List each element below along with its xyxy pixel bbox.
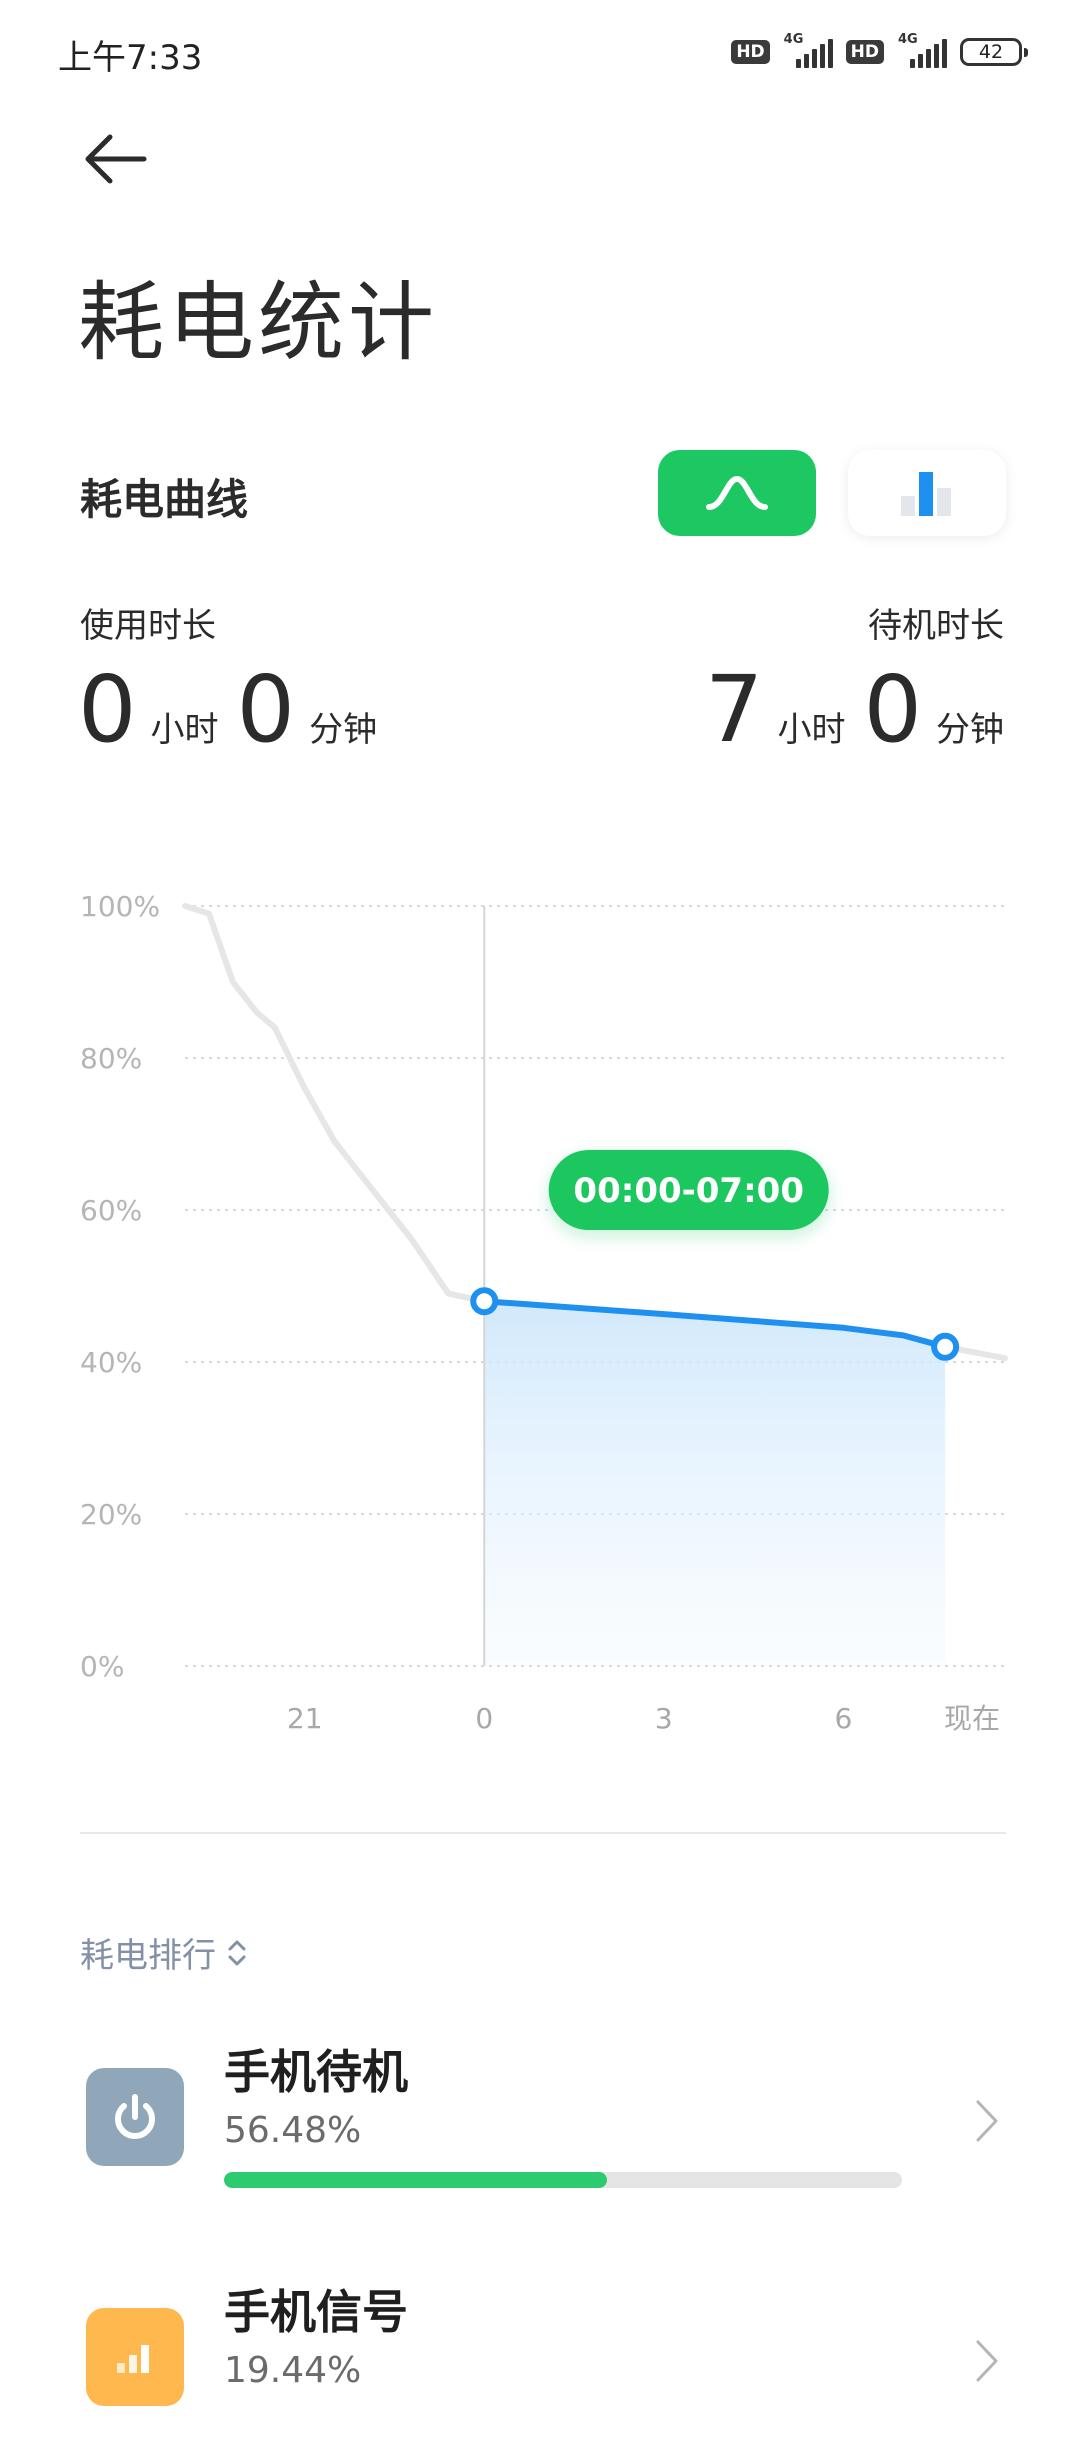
minute-unit: 分钟 — [309, 710, 378, 750]
usage-duration: 0 小时 0 分钟 — [78, 660, 377, 760]
range-tooltip-text: 00:00-07:00 — [573, 1171, 804, 1211]
y-tick-label: 80% — [80, 1042, 142, 1075]
list-item-percent: 56.48% — [224, 2110, 362, 2151]
standby-duration-label: 待机时长 — [868, 606, 1004, 646]
y-tick-label: 60% — [80, 1194, 142, 1227]
hd-icon: HD — [731, 40, 770, 64]
x-axis: 21 0 3 6 现在 — [287, 1702, 1000, 1735]
curve-icon — [706, 475, 768, 510]
x-tick-label: 6 — [834, 1702, 852, 1735]
battery-level: 42 — [978, 41, 1004, 63]
ranking-sort-button[interactable]: 耗电排行 — [80, 1928, 248, 1977]
usage-hours: 0 — [78, 656, 137, 763]
y-tick-label: 0% — [80, 1650, 124, 1683]
divider — [80, 1832, 1006, 1834]
x-tick-label: 21 — [287, 1702, 323, 1735]
page-title: 耗电统计 — [78, 273, 438, 373]
range-tooltip: 00:00-07:00 — [548, 1150, 829, 1230]
x-tick-label: 现在 — [944, 1702, 1000, 1735]
bar-chart-icon — [901, 472, 951, 516]
x-tick-label: 3 — [655, 1702, 673, 1735]
back-button[interactable] — [80, 128, 150, 190]
power-icon — [86, 2068, 184, 2166]
hour-unit: 小时 — [777, 710, 846, 750]
chevron-right-icon — [976, 2340, 998, 2382]
list-item-percent: 19.44% — [224, 2350, 362, 2391]
usage-progress-fill — [224, 2172, 607, 2188]
range-start-handle[interactable] — [470, 1287, 499, 1316]
list-item-standby[interactable]: 手机待机 56.48% — [0, 2024, 1080, 2224]
y-axis: 100% 80% 60% 40% 20% 0% — [80, 890, 160, 1683]
standby-minutes: 0 — [863, 656, 922, 763]
y-tick-label: 100% — [80, 890, 160, 923]
list-item-name: 手机待机 — [224, 2045, 408, 2099]
bar-view-toggle[interactable] — [848, 450, 1006, 536]
ranking-title: 耗电排行 — [80, 1936, 216, 1976]
sort-updown-icon — [228, 1940, 246, 1965]
status-icons: HD 4G HD 4G 42 — [731, 32, 1028, 70]
curve-view-toggle[interactable] — [658, 450, 816, 536]
usage-progress-bar — [224, 2172, 902, 2188]
signal-icon: 4G — [784, 32, 833, 68]
x-tick-label: 0 — [475, 1702, 493, 1735]
usage-duration-label: 使用时长 — [80, 606, 216, 646]
list-item-signal[interactable]: 手机信号 19.44% — [0, 2264, 1080, 2464]
series-history-line — [182, 903, 488, 1305]
standby-hours: 7 — [704, 656, 764, 763]
chart-series — [182, 903, 1008, 1362]
list-item-name: 手机信号 — [224, 2285, 408, 2339]
battery-icon: 42 — [960, 38, 1028, 66]
hour-unit: 小时 — [150, 710, 219, 750]
signal-bars-icon — [86, 2308, 184, 2406]
standby-duration: 7 小时 0 分钟 — [705, 660, 1004, 760]
section-title: 耗电曲线 — [80, 475, 249, 524]
range-end-handle[interactable] — [931, 1332, 960, 1361]
selected-range-area — [484, 1301, 946, 1666]
usage-minutes: 0 — [236, 656, 296, 763]
y-tick-label: 20% — [80, 1498, 142, 1531]
signal-icon-2: 4G — [898, 32, 947, 68]
highlight-area — [484, 1301, 946, 1666]
battery-curve-chart[interactable]: 100% 80% 60% 40% 20% 0% 21 0 3 6 现在 00:00-07:00 — [0, 860, 1080, 1740]
arrow-left-icon — [85, 134, 147, 184]
chevron-right-icon — [976, 2100, 998, 2142]
minute-unit: 分钟 — [936, 710, 1004, 750]
status-time: 上午7:33 — [58, 38, 203, 78]
y-tick-label: 40% — [80, 1346, 142, 1379]
hd-icon-2: HD — [845, 40, 884, 64]
